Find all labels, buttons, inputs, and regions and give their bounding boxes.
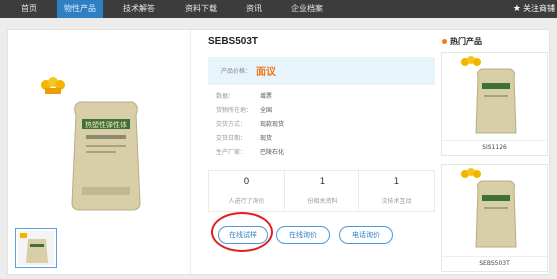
- bag-label: 热塑性弹性体: [85, 120, 127, 129]
- gallery-thumbnail[interactable]: [15, 228, 57, 268]
- attr-row: 交货日期： 现货: [216, 132, 376, 146]
- follow-label: 关注商铺: [523, 4, 555, 13]
- hot-product-name: SIS1126: [482, 144, 507, 151]
- bullet-icon: [442, 39, 447, 44]
- stat-inquiries[interactable]: 0 人进行了询价: [209, 171, 284, 211]
- stat-value: 0: [243, 177, 250, 187]
- stat-value: 1: [319, 177, 326, 187]
- product-main-image: 热塑性弹性体: [41, 77, 141, 211]
- attr-key: 数据：: [216, 93, 235, 100]
- attr-row: 货物所在地： 全国: [216, 104, 376, 118]
- stat-documents[interactable]: 1 份相关资料: [284, 171, 359, 211]
- product-title: SEBS503T: [208, 36, 259, 47]
- price-label: 产品价格：: [221, 68, 252, 75]
- attr-key: 交货日期：: [216, 135, 247, 142]
- top-nav-bar: 首页 物性产品 技术解答 资料下载 资讯 企业档案 ★ 关注商铺: [0, 0, 557, 18]
- card-divider: [442, 140, 547, 141]
- hot-products-title: 热门产品: [442, 36, 482, 47]
- hot-product-card[interactable]: SIS1126: [441, 52, 548, 156]
- hot-products-title-text: 热门产品: [450, 37, 482, 46]
- attr-row: 交货方式： 现款现货: [216, 118, 376, 132]
- stat-label: 人进行了询价: [228, 198, 265, 205]
- attr-value: 现货: [260, 135, 273, 142]
- nav-products[interactable]: 物性产品: [57, 0, 103, 18]
- card-divider: [442, 256, 547, 257]
- attr-key: 货物所在地：: [216, 107, 253, 114]
- nav-company[interactable]: 企业档案: [278, 0, 336, 18]
- stat-tech-interactions[interactable]: 1 次技术互动: [359, 171, 434, 211]
- price-box: 产品价格： 面议: [208, 57, 435, 85]
- stat-label: 次技术互动: [381, 198, 412, 205]
- online-trial-button[interactable]: 在线试样: [218, 226, 268, 244]
- nav-tech[interactable]: 技术解答: [110, 0, 168, 18]
- attr-value: 巴陵石化: [260, 149, 285, 156]
- hot-products-sidebar: 热门产品 SIS1126 SEBS503T: [438, 30, 549, 274]
- nav-downloads[interactable]: 资料下载: [172, 0, 230, 18]
- star-icon: ★: [512, 4, 521, 14]
- attr-key: 生产厂家：: [216, 149, 247, 156]
- follow-shop-link[interactable]: ★ 关注商铺: [513, 0, 555, 18]
- nav-home[interactable]: 首页: [8, 0, 50, 18]
- price-value: 面议: [256, 67, 276, 78]
- attr-value: 全国: [260, 107, 273, 114]
- stat-value: 1: [393, 177, 400, 187]
- badge-icon: [41, 77, 65, 94]
- nav-news[interactable]: 资讯: [233, 0, 275, 18]
- attr-value: 增票: [260, 93, 273, 100]
- hot-product-name: SEBS503T: [479, 260, 510, 267]
- hot-product-image: [461, 168, 517, 248]
- attr-row: 生产厂家： 巴陵石化: [216, 146, 376, 160]
- attr-row: 数据： 增票: [216, 90, 376, 104]
- product-gallery: 热塑性弹性体: [8, 30, 191, 274]
- stat-label: 份相关资料: [307, 198, 338, 205]
- phone-inquiry-button[interactable]: 电话询价: [339, 226, 393, 244]
- product-stats: 0 人进行了询价 1 份相关资料 1 次技术互动: [208, 170, 435, 212]
- hot-product-card[interactable]: SEBS503T: [441, 164, 548, 272]
- attr-value: 现款现货: [260, 121, 285, 128]
- thumbnail-image: [18, 231, 54, 265]
- hot-product-image: [461, 56, 517, 134]
- product-panel: 热塑性弹性体 SEBS503T 产品价格： 面议 数据： 增票 货物所在地： 全…: [7, 29, 550, 275]
- online-inquiry-button[interactable]: 在线询价: [276, 226, 330, 244]
- attr-key: 交货方式：: [216, 121, 247, 128]
